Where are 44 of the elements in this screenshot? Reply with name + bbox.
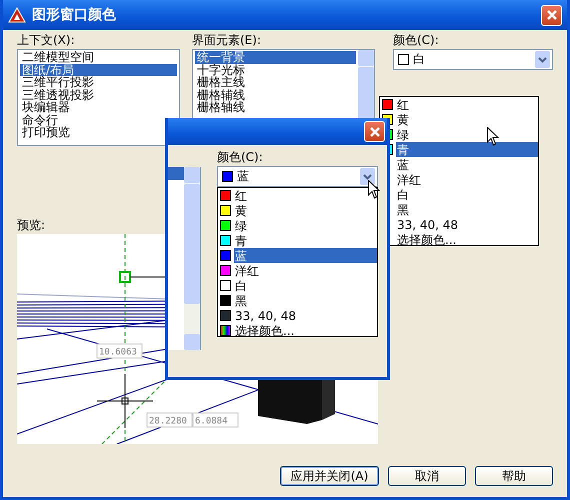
close-icon xyxy=(546,9,558,21)
app-logo-icon xyxy=(8,7,26,23)
list-item[interactable]: 二维模型空间 xyxy=(20,51,177,64)
close-button[interactable] xyxy=(364,121,385,142)
color-option[interactable]: 红 xyxy=(380,97,538,112)
list-item[interactable]: 图纸/布局 xyxy=(20,64,177,76)
color-option[interactable]: 黄 xyxy=(218,203,377,218)
dimension-label: 6.0884 xyxy=(192,412,238,428)
apply-close-button[interactable]: 应用并关闭(A) xyxy=(280,466,379,486)
color-option[interactable]: 黑 xyxy=(218,293,377,308)
dimension-label: 10.6063 xyxy=(96,344,142,358)
color-option[interactable]: 蓝 xyxy=(218,248,377,263)
color-option[interactable]: 绿 xyxy=(218,218,377,233)
color-option[interactable]: 白 xyxy=(218,278,377,293)
chevron-down-icon xyxy=(538,56,547,62)
list-label: 上下文(X): xyxy=(17,33,76,47)
chevron-down-icon xyxy=(363,174,372,180)
list-item[interactable]: 栅格轴线 xyxy=(195,101,356,114)
scrollbar[interactable] xyxy=(184,167,200,350)
color-label: 颜色(C): xyxy=(393,33,440,47)
color-option[interactable]: 红 xyxy=(218,188,377,203)
cursor-icon xyxy=(487,127,499,146)
window-title: 图形窗口颜色 xyxy=(32,6,117,24)
list-item[interactable]: 三维透视投影 xyxy=(20,88,177,101)
dimension-label: 28.2280 xyxy=(146,412,192,428)
cancel-button[interactable]: 取消 xyxy=(388,466,466,486)
list-label: 界面元素(E): xyxy=(192,33,262,47)
selection-highlight xyxy=(168,167,184,180)
help-button[interactable]: 帮助 xyxy=(475,466,553,486)
list-item[interactable]: 块编辑器 xyxy=(20,101,177,114)
color-dropdown[interactable]: 蓝 xyxy=(217,166,378,187)
close-icon xyxy=(368,126,380,138)
list-item[interactable]: 统一背景 xyxy=(195,51,356,64)
color-option[interactable]: 青 xyxy=(218,233,377,248)
list-item[interactable]: 栅格辅线 xyxy=(195,88,356,101)
color-option[interactable]: 33, 40, 48 xyxy=(218,308,377,323)
color-option[interactable]: 洋红 xyxy=(218,263,377,278)
list-item[interactable]: 栅格主线 xyxy=(195,76,356,88)
close-button[interactable] xyxy=(541,4,562,26)
list-item[interactable]: 十字光标 xyxy=(195,64,356,76)
color-dropdown[interactable]: 白 xyxy=(393,49,553,70)
preview-label: 预览: xyxy=(17,218,46,232)
list-item[interactable]: 三维平行投影 xyxy=(20,76,177,88)
color-label: 颜色(C): xyxy=(217,150,264,164)
